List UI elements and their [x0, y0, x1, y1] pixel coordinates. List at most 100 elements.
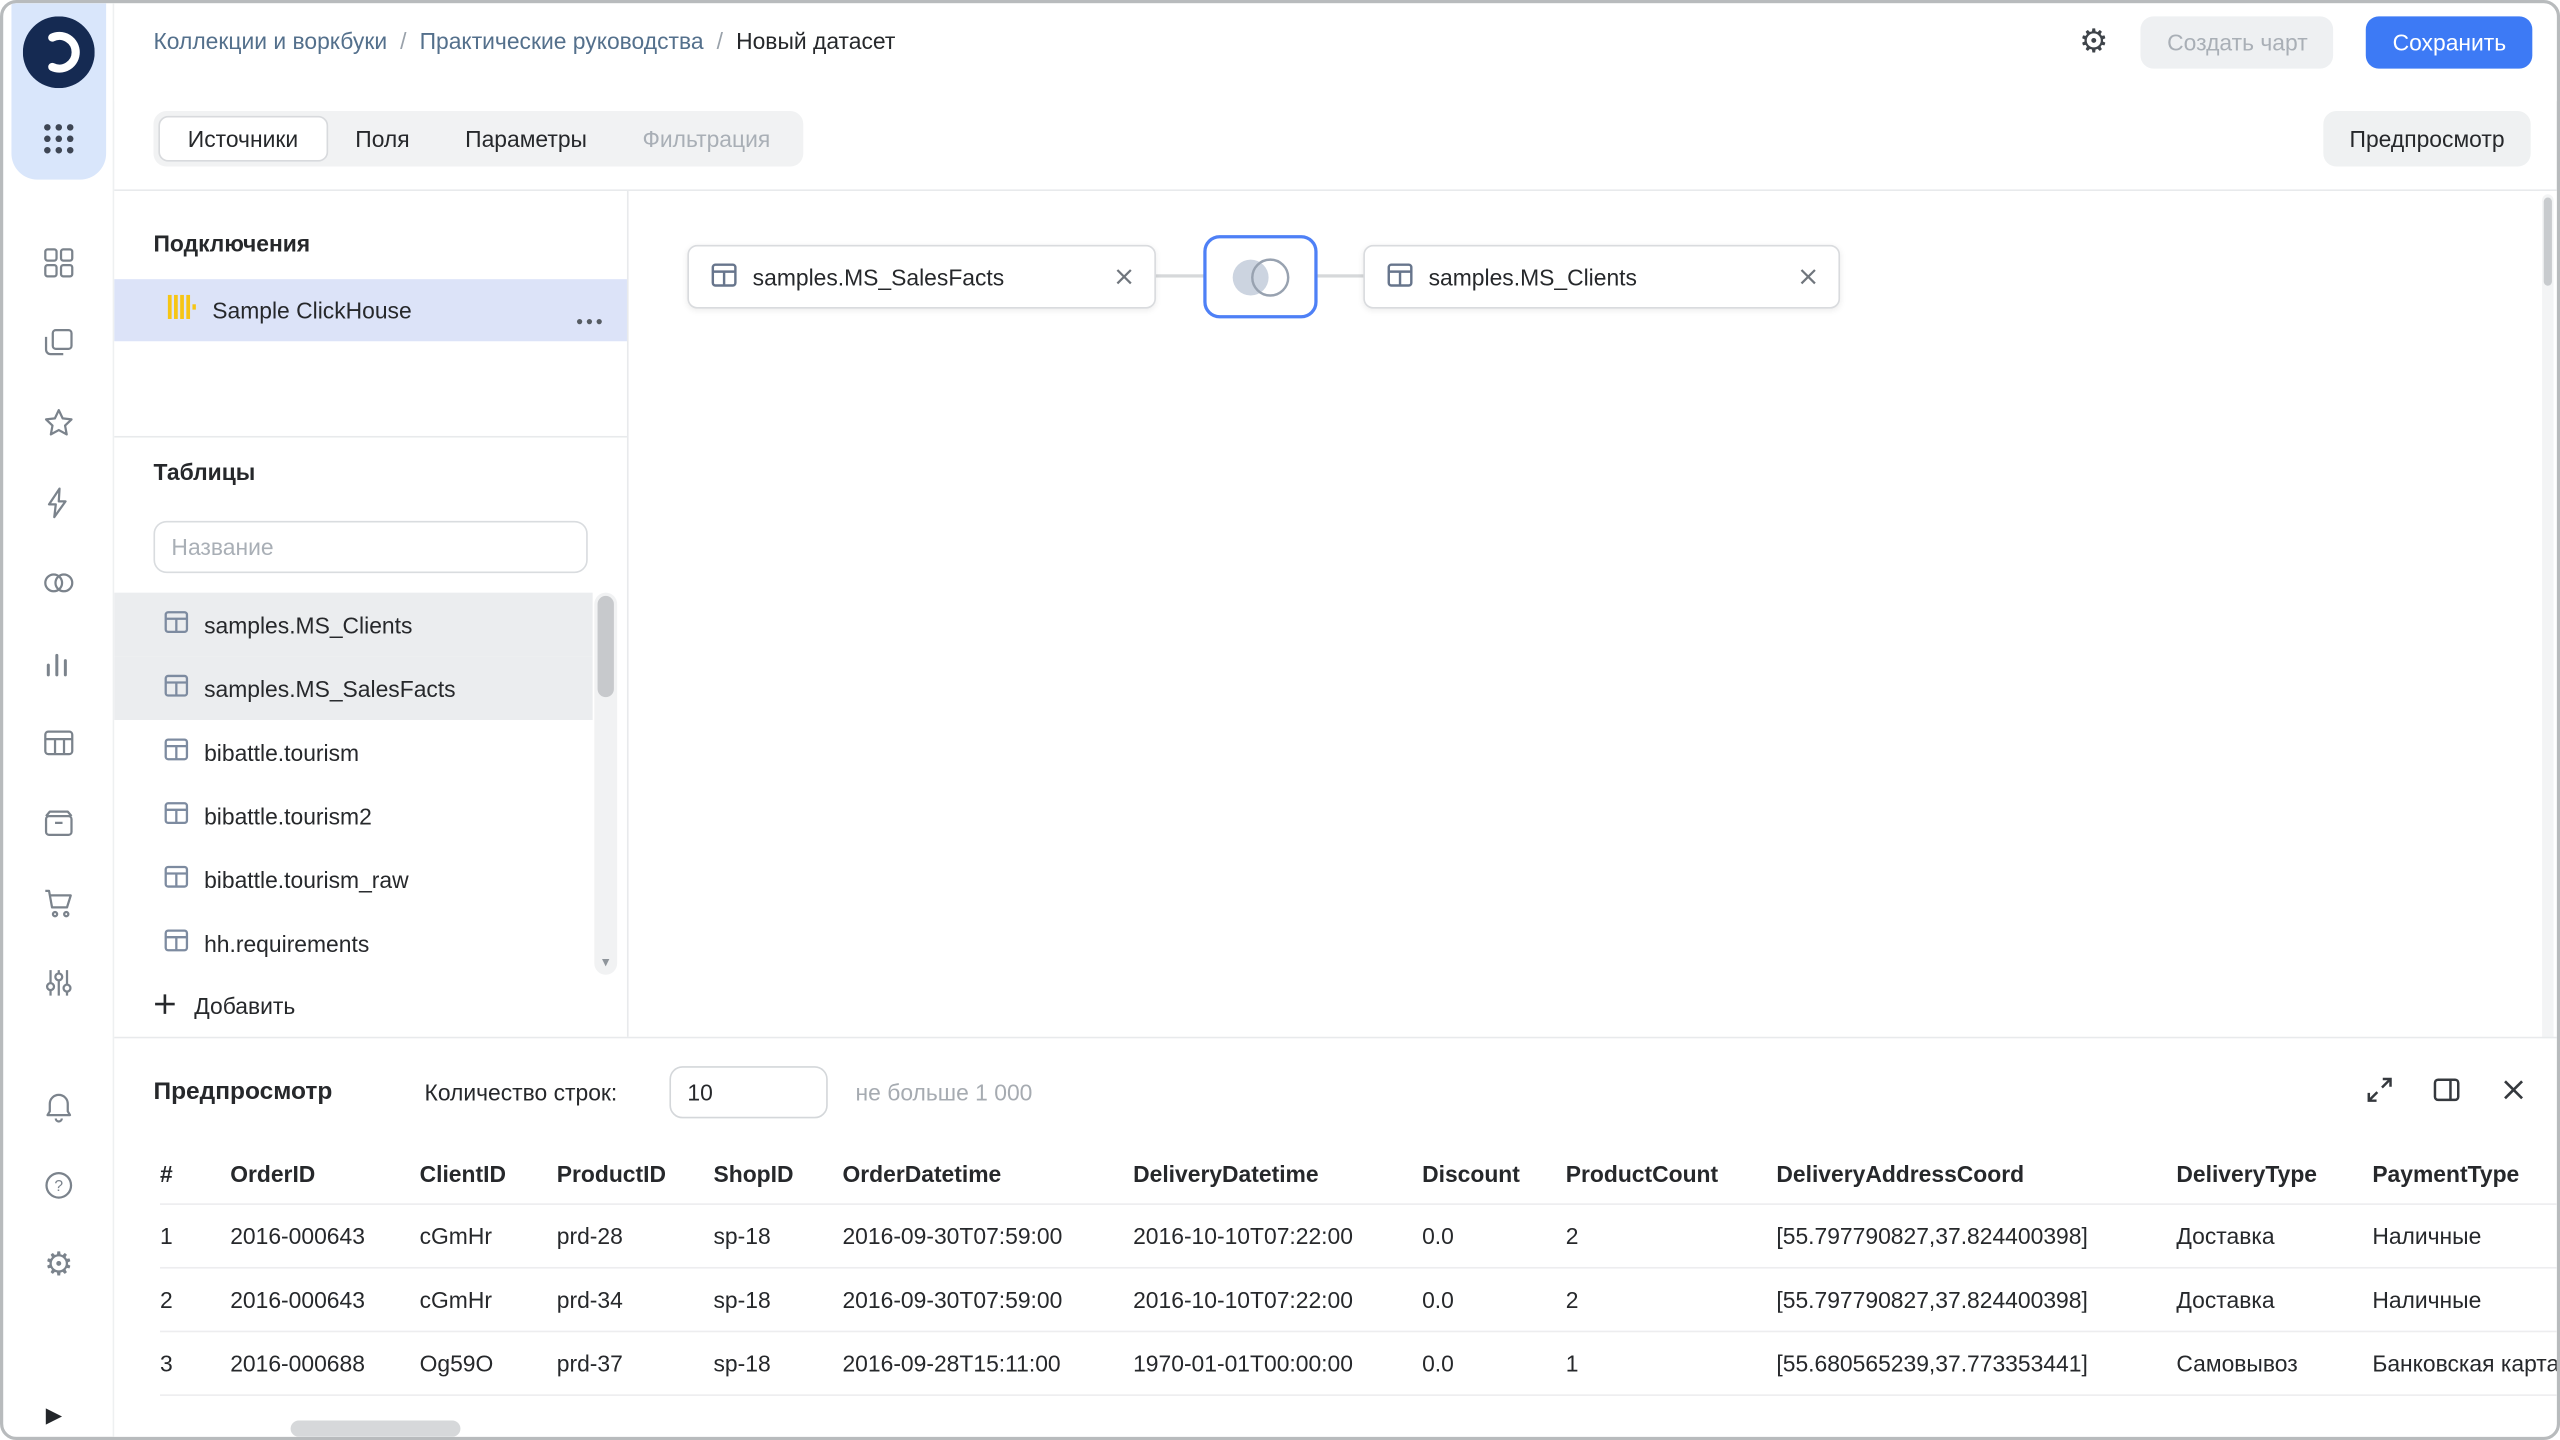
breadcrumb-separator: / — [400, 27, 407, 54]
clickhouse-icon — [167, 291, 196, 329]
table-cell: 0.0 — [1422, 1286, 1454, 1313]
breadcrumb-collections[interactable]: Коллекции и воркбуки — [153, 28, 387, 54]
create-chart-button[interactable]: Создать чарт — [2141, 16, 2334, 69]
table-list-item[interactable]: samples.MS_SalesFacts — [114, 656, 593, 721]
preview-panel: Предпросмотр Количество строк: не больше… — [114, 1038, 2557, 1437]
table-cell: 2 — [1565, 1286, 1579, 1313]
source-node-salesfacts[interactable]: samples.MS_SalesFacts — [687, 244, 1156, 309]
table-cell: 2 — [1565, 1222, 1579, 1250]
tab-sources[interactable]: Источники — [158, 115, 328, 162]
page-scrollbar-thumb[interactable] — [2543, 197, 2552, 286]
sources-canvas: samples.MS_SalesFacts samples.MS_Clients — [630, 191, 2557, 1037]
tables-scrollbar[interactable]: ▾ — [594, 592, 618, 975]
storage-folder-icon[interactable] — [41, 805, 77, 841]
notifications-bell-icon[interactable] — [41, 1087, 77, 1123]
charts-bars-icon[interactable] — [41, 645, 77, 681]
help-icon[interactable]: ? — [41, 1167, 77, 1203]
column-header: DeliveryDatetime — [1133, 1160, 1319, 1187]
row-count-input[interactable] — [669, 1066, 828, 1119]
table-cell: prd-28 — [556, 1222, 623, 1250]
table-list-item[interactable]: bibattle.tourism — [114, 720, 592, 784]
table-list-item[interactable]: bibattle.tourism_raw — [114, 847, 592, 911]
rail-nav — [41, 245, 77, 1001]
save-button[interactable]: Сохранить — [2366, 16, 2533, 69]
rail-logo-badge — [11, 3, 107, 180]
table-icon — [710, 260, 738, 293]
table-cell: sp-18 — [713, 1286, 771, 1313]
dataset-settings-gear-icon[interactable]: ⚙ — [2079, 26, 2108, 59]
table-cell: 1 — [1565, 1350, 1579, 1377]
app-window: ? ⚙ ▶ Коллекции и воркбуки / Практически… — [0, 0, 2560, 1440]
expand-preview-icon[interactable] — [2364, 1074, 2395, 1105]
column-header: PaymentType — [2372, 1160, 2520, 1187]
join-type-button[interactable] — [1203, 235, 1318, 319]
apps-grid-icon[interactable] — [41, 121, 77, 157]
table-list-item[interactable]: samples.MS_Clients — [114, 592, 593, 657]
tables-title: Таблицы — [153, 458, 256, 485]
table-cell: 2 — [160, 1286, 173, 1313]
row-count-hint: не больше 1 000 — [855, 1079, 1033, 1106]
add-table-button[interactable]: Добавить — [153, 978, 295, 1034]
connections-lightning-icon[interactable] — [41, 485, 77, 521]
table-cell: Наличные — [2372, 1222, 2482, 1250]
table-cell: sp-18 — [713, 1350, 771, 1377]
table-name: samples.MS_SalesFacts — [204, 675, 456, 702]
table-cell: 1 — [160, 1222, 173, 1250]
table-icon — [1386, 260, 1414, 293]
table-cell: Доставка — [2176, 1222, 2275, 1250]
plus-icon — [153, 992, 176, 1020]
connection-menu-dots-icon[interactable] — [575, 305, 604, 334]
breadcrumb-workbook[interactable]: Практические руководства — [420, 28, 704, 54]
close-preview-icon[interactable] — [2498, 1074, 2529, 1105]
table-cell: Банковская карта — [2372, 1350, 2557, 1377]
source-node-clients[interactable]: samples.MS_Clients — [1363, 244, 1841, 309]
dock-preview-icon[interactable] — [2431, 1074, 2462, 1105]
table-icon — [163, 927, 189, 958]
table-name: samples.MS_Clients — [204, 611, 413, 638]
settings-gear-icon[interactable]: ⚙ — [41, 1247, 77, 1283]
datalens-logo-icon[interactable] — [22, 16, 95, 89]
services-sliders-icon[interactable] — [41, 965, 77, 1001]
preview-toggle-button[interactable]: Предпросмотр — [2323, 111, 2531, 167]
tables-grid-icon[interactable] — [41, 725, 77, 761]
horizontal-scrollbar-thumb[interactable] — [290, 1420, 461, 1437]
remove-source-icon[interactable] — [1115, 268, 1133, 286]
dataset-tabs: Источники Поля Параметры Фильтрация — [153, 111, 803, 167]
table-cell: 2016-000643 — [230, 1222, 365, 1250]
table-name: bibattle.tourism_raw — [204, 866, 409, 893]
table-name: bibattle.tourism — [204, 738, 360, 765]
scroll-down-arrow-icon[interactable]: ▾ — [594, 953, 617, 971]
table-list-item[interactable]: hh.requirements — [114, 911, 592, 975]
tables-scrollbar-thumb[interactable] — [597, 595, 614, 698]
table-icon — [163, 736, 189, 767]
table-cell: 3 — [160, 1350, 173, 1377]
breadcrumb: Коллекции и воркбуки / Практические руко… — [153, 28, 895, 54]
connection-item-sample-clickhouse[interactable]: Sample ClickHouse — [114, 279, 627, 342]
datasets-rings-icon[interactable] — [41, 565, 77, 601]
expand-rail-icon[interactable]: ▶ — [46, 1404, 62, 1425]
source-node-label: samples.MS_SalesFacts — [752, 263, 1005, 290]
dashboards-icon[interactable] — [41, 245, 77, 281]
marketplace-cart-icon[interactable] — [41, 885, 77, 921]
table-cell: cGmHr — [419, 1286, 492, 1313]
table-search-input[interactable] — [153, 520, 588, 574]
column-header: # — [160, 1160, 173, 1187]
column-header: ProductCount — [1565, 1160, 1719, 1187]
table-row: 3 2016-000688 Og59O prd-37 sp-18 2016-09-28T1… — [160, 1332, 2557, 1396]
table-cell: 2016-09-30T07:59:00 — [842, 1286, 1063, 1313]
table-cell: 1970-01-01T00:00:00 — [1133, 1350, 1353, 1377]
favorites-star-icon[interactable] — [41, 405, 77, 441]
preview-table-body: 1 2016-000643 cGmHr prd-28 sp-18 2016-09-30T0… — [160, 1205, 2557, 1396]
tab-parameters[interactable]: Параметры — [437, 116, 614, 162]
horizontal-scrollbar[interactable] — [255, 1420, 2516, 1437]
table-list-item[interactable]: bibattle.tourism2 — [114, 784, 592, 848]
panel-section-divider — [114, 435, 627, 438]
table-cell: [55.797790827,37.824400398] — [1776, 1222, 2088, 1250]
table-icon — [163, 609, 189, 640]
add-table-label: Добавить — [194, 992, 296, 1019]
tab-filtering[interactable]: Фильтрация — [615, 116, 798, 162]
collections-icon[interactable] — [41, 325, 77, 361]
table-cell: 0.0 — [1422, 1350, 1454, 1377]
tab-fields[interactable]: Поля — [328, 116, 438, 162]
remove-source-icon[interactable] — [1799, 268, 1817, 286]
